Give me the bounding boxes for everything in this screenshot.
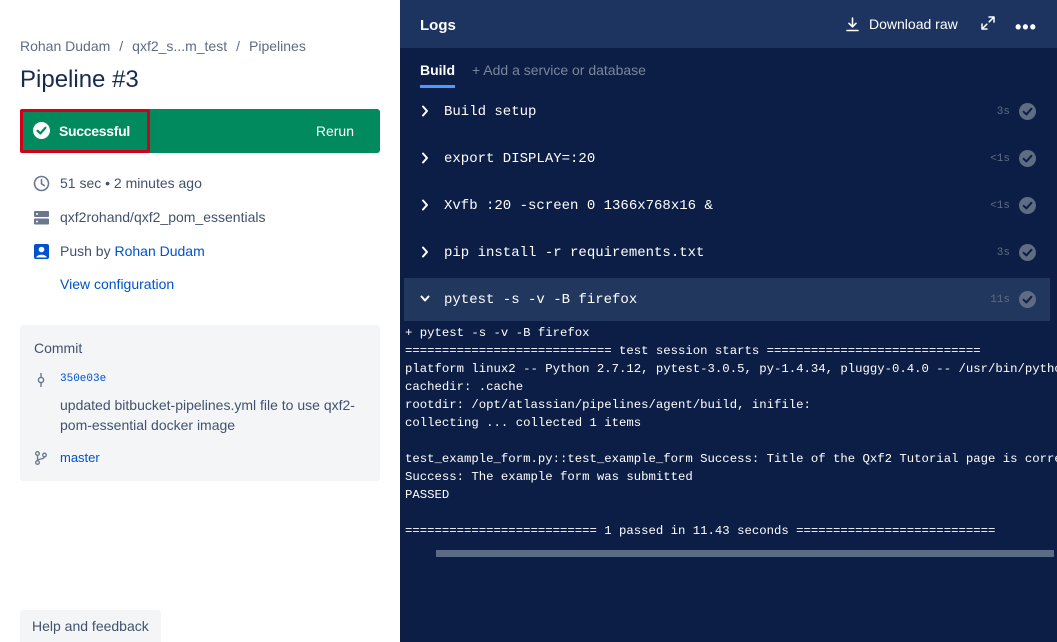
log-line: collecting ... collected 1 items	[405, 416, 642, 430]
branch-icon	[35, 451, 47, 465]
step-duration: <1s	[990, 199, 1010, 212]
commit-message: updated bitbucket-pipelines.yml file to …	[60, 397, 355, 433]
chevron-down-icon	[420, 295, 430, 302]
breadcrumb: Rohan Dudam / qxf2_s...m_test / Pipelines	[20, 38, 306, 54]
page-title: Pipeline #3	[20, 66, 139, 93]
build-step-row[interactable]: Build setup 3s	[404, 90, 1050, 133]
step-success-icon	[1019, 197, 1036, 214]
chevron-right-icon	[422, 152, 428, 164]
chevron-right-icon	[422, 199, 428, 211]
duration-text: 51 sec • 2 minutes ago	[60, 175, 202, 191]
repository-row: qxf2rohand/qxf2_pom_essentials	[32, 207, 265, 227]
breadcrumb-repo[interactable]: qxf2_s...m_test	[132, 38, 227, 54]
step-duration: <1s	[990, 152, 1010, 165]
download-icon	[846, 16, 859, 31]
status-bar: Successful Rerun	[20, 109, 380, 153]
push-user-link[interactable]: Rohan Dudam	[114, 243, 204, 259]
log-tabs: Build + Add a service or database	[420, 62, 646, 88]
build-step-row[interactable]: pip install -r requirements.txt 3s	[404, 231, 1050, 274]
breadcrumb-owner[interactable]: Rohan Dudam	[20, 38, 110, 54]
push-row: Push by Rohan Dudam	[32, 241, 205, 261]
tab-build[interactable]: Build	[420, 62, 455, 88]
status-label: Successful	[59, 123, 130, 139]
download-raw-button[interactable]: Download raw	[846, 16, 958, 32]
log-line: test_example_form.py::test_example_form …	[405, 452, 1057, 466]
more-options-icon[interactable]: •••	[1015, 17, 1037, 38]
breadcrumb-separator: /	[236, 38, 240, 54]
step-command: Xvfb :20 -screen 0 1366x768x16 &	[444, 197, 713, 214]
logs-title: Logs	[420, 17, 456, 34]
commit-hash-link[interactable]: 350e03e	[60, 373, 106, 385]
log-output: + pytest -s -v -B firefox ===============…	[405, 324, 1057, 540]
rerun-button[interactable]: Rerun	[316, 123, 354, 139]
log-line: ========================== 1 passed in 1…	[405, 524, 996, 538]
duration-row: 51 sec • 2 minutes ago	[32, 173, 202, 193]
step-command: Build setup	[444, 103, 537, 120]
branch-link[interactable]: master	[60, 450, 100, 465]
step-command: pytest -s -v -B firefox	[444, 291, 638, 308]
check-circle-icon	[33, 122, 50, 139]
step-success-icon	[1019, 244, 1036, 261]
step-duration: 3s	[996, 246, 1010, 259]
commit-card: Commit 350e03e updated bitbucket-pipelin…	[20, 325, 380, 481]
build-step-row[interactable]: pytest -s -v -B firefox 11s	[404, 278, 1050, 321]
push-prefix: Push by	[60, 243, 111, 259]
step-duration: 11s	[990, 293, 1010, 306]
breadcrumb-separator: /	[119, 38, 124, 54]
chevron-right-icon	[422, 246, 428, 258]
step-duration: 3s	[996, 105, 1010, 118]
commit-heading: Commit	[34, 340, 83, 356]
pipeline-details-panel: Rohan Dudam / qxf2_s...m_test / Pipelines Pi…	[0, 0, 400, 642]
step-command: pip install -r requirements.txt	[444, 244, 705, 261]
log-line: PASSED	[405, 488, 450, 502]
log-line: platform linux2 -- Python 2.7.12, pytest…	[405, 362, 1057, 376]
download-raw-label: Download raw	[869, 16, 958, 32]
breadcrumb-pipelines[interactable]: Pipelines	[249, 38, 306, 54]
step-success-icon	[1019, 150, 1036, 167]
build-step-row[interactable]: Xvfb :20 -screen 0 1366x768x16 & <1s	[404, 184, 1050, 227]
commit-icon	[37, 373, 45, 387]
expand-icon[interactable]	[981, 16, 995, 30]
log-line: rootdir: /opt/atlassian/pipelines/agent/…	[405, 398, 811, 412]
logs-header: Logs Download raw •••	[400, 0, 1057, 48]
step-success-icon	[1019, 103, 1036, 120]
log-line: + pytest -s -v -B firefox	[405, 326, 590, 340]
user-avatar-icon	[32, 242, 50, 260]
build-step-row[interactable]: export DISPLAY=:20 <1s	[404, 137, 1050, 180]
help-feedback-button[interactable]: Help and feedback	[20, 610, 161, 642]
logs-panel: Logs Download raw ••• Build + Add a serv…	[400, 0, 1057, 642]
log-line: cachedir: .cache	[405, 380, 524, 394]
horizontal-scrollbar[interactable]	[436, 550, 1054, 557]
repository-text: qxf2rohand/qxf2_pom_essentials	[60, 209, 266, 225]
step-command: export DISPLAY=:20	[444, 150, 596, 167]
step-success-icon	[1019, 291, 1036, 308]
tab-add-service[interactable]: + Add a service or database	[472, 62, 646, 88]
log-line: Success: The example form was submitted	[405, 470, 693, 484]
server-icon	[32, 208, 50, 226]
clock-icon	[32, 174, 50, 192]
log-line: ============================ test sessio…	[405, 344, 981, 358]
chevron-right-icon	[422, 105, 428, 117]
view-configuration-link[interactable]: View configuration	[60, 276, 174, 292]
